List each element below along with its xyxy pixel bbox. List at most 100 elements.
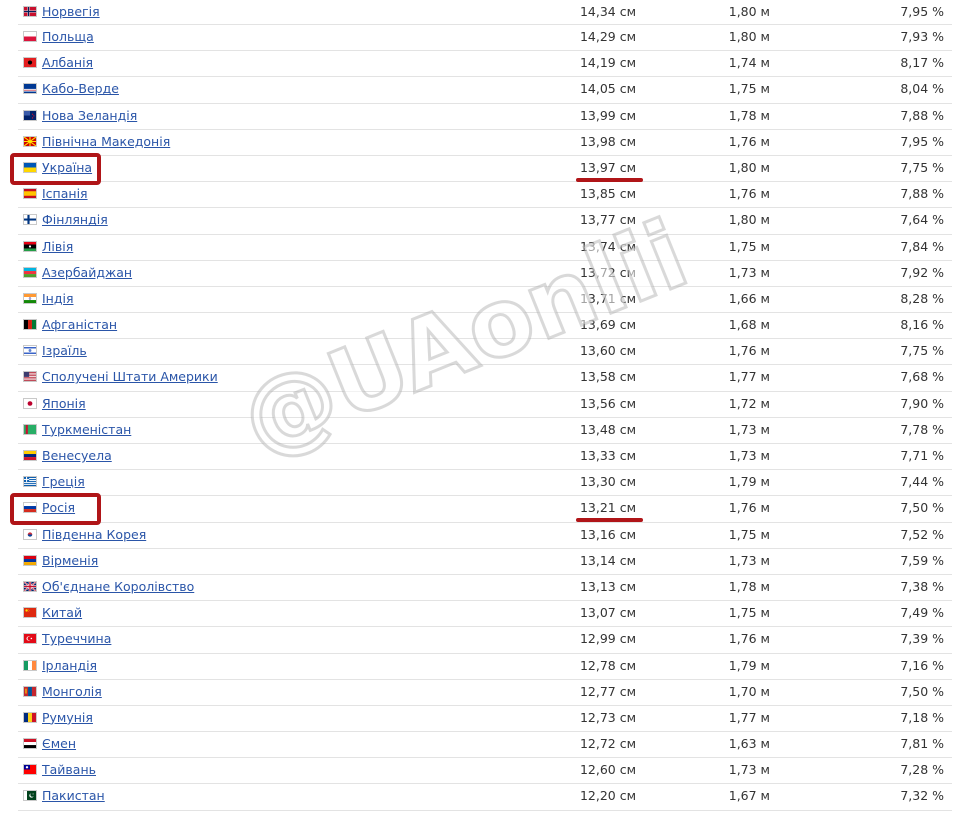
percent-cell: 7,44 %	[900, 474, 944, 490]
percent-cell: 7,90 %	[900, 395, 944, 411]
pakistan-flag-icon	[23, 790, 37, 802]
height-cell: 1,79 м	[728, 474, 770, 490]
country-link[interactable]: Румунія	[42, 710, 93, 725]
country-link[interactable]: Монголія	[42, 684, 102, 699]
country-link[interactable]: Нова Зеландія	[42, 108, 137, 123]
country-link[interactable]: Ізраїль	[42, 343, 87, 358]
percent-cell: 7,64 %	[900, 212, 944, 228]
country-link[interactable]: Лівія	[42, 239, 73, 254]
height-cell: 1,76 м	[728, 186, 770, 202]
table-row: Об'єднане Королівство 13,13 см 1,78 м 7,38 …	[18, 575, 952, 602]
length-cell: 13,77 см	[579, 212, 636, 228]
table-row: Ірландія 12,78 см 1,79 м 7,16 %	[18, 654, 952, 680]
table-row: Польща 14,29 см 1,80 м 7,93 %	[18, 25, 952, 52]
percent-cell: 7,59 %	[900, 552, 944, 568]
ireland-flag-icon	[23, 659, 37, 671]
percent-cell: 7,18 %	[900, 709, 944, 725]
table-row: Сполучені Штати Америки 13,58 см 1,77 м 7,6…	[18, 365, 952, 392]
percent-cell: 7,39 %	[900, 631, 944, 647]
percent-cell: 7,75 %	[900, 343, 944, 359]
new-zealand-flag-icon	[23, 109, 37, 121]
highlight-underline	[576, 518, 643, 522]
length-cell: 14,34 см	[579, 4, 636, 19]
usa-flag-icon	[23, 371, 37, 383]
spain-flag-icon	[23, 188, 37, 200]
table-row: Туркменістан 13,48 см 1,73 м 7,78 %	[18, 418, 952, 444]
israel-flag-icon	[23, 345, 37, 357]
mongolia-flag-icon	[23, 685, 37, 697]
country-link[interactable]: Фінляндія	[42, 212, 108, 227]
length-cell: 13,85 см	[579, 186, 636, 202]
length-cell: 14,29 см	[579, 29, 636, 44]
height-cell: 1,67 м	[728, 788, 770, 804]
height-cell: 1,76 м	[728, 631, 770, 647]
south-korea-flag-icon	[23, 528, 37, 540]
length-cell: 13,97 см	[579, 159, 636, 175]
norway-flag-icon	[23, 6, 37, 17]
height-cell: 1,76 м	[728, 343, 770, 359]
length-cell: 12,99 см	[579, 631, 636, 647]
country-link[interactable]: Туреччина	[42, 631, 111, 646]
length-cell: 12,73 см	[579, 709, 636, 725]
country-link[interactable]: Японія	[42, 396, 86, 411]
length-cell: 14,19 см	[579, 55, 636, 71]
percent-cell: 8,17 %	[900, 55, 944, 71]
country-link[interactable]: Кабо-Верде	[42, 81, 119, 96]
country-link[interactable]: Об'єднане Королівство	[42, 579, 194, 594]
turkey-flag-icon	[23, 633, 37, 645]
country-link[interactable]: Ірландія	[42, 658, 97, 673]
country-link[interactable]: Індія	[42, 291, 74, 306]
albania-flag-icon	[23, 57, 37, 69]
percent-cell: 7,93 %	[900, 29, 944, 44]
country-link[interactable]: Вірменія	[42, 553, 98, 568]
length-cell: 13,60 см	[579, 343, 636, 359]
country-link[interactable]: Афганістан	[42, 317, 117, 332]
table-row: Кабо-Верде 14,05 см 1,75 м 8,04 %	[18, 77, 952, 104]
libya-flag-icon	[23, 240, 37, 252]
highlight-box	[10, 493, 101, 525]
length-cell: 13,98 см	[579, 133, 636, 149]
country-link[interactable]: Китай	[42, 605, 82, 620]
height-cell: 1,78 м	[728, 578, 770, 594]
turkmenistan-flag-icon	[23, 423, 37, 435]
country-link[interactable]: Азербайджан	[42, 265, 132, 280]
percent-cell: 8,04 %	[900, 81, 944, 97]
country-link[interactable]: Пакистан	[42, 788, 105, 803]
venezuela-flag-icon	[23, 450, 37, 461]
percent-cell: 7,50 %	[900, 500, 944, 516]
table-row: Норвегія 14,34 см 1,80 м 7,95 %	[18, 0, 952, 25]
country-link[interactable]: Норвегія	[42, 4, 100, 19]
length-cell: 12,72 см	[579, 736, 636, 752]
country-link[interactable]: Іспанія	[42, 186, 88, 201]
percent-cell: 7,38 %	[900, 578, 944, 594]
country-link[interactable]: Північна Македонія	[42, 134, 170, 149]
country-link[interactable]: Венесуела	[42, 448, 112, 463]
country-link[interactable]: Південна Корея	[42, 527, 146, 542]
height-cell: 1,78 м	[728, 107, 770, 123]
country-link[interactable]: Тайвань	[42, 762, 96, 777]
table-row: Японія 13,56 см 1,72 м 7,90 %	[18, 392, 952, 418]
afghanistan-flag-icon	[23, 319, 37, 331]
height-cell: 1,80 м	[728, 212, 770, 228]
length-cell: 14,05 см	[579, 81, 636, 97]
country-link[interactable]: Греція	[42, 474, 85, 489]
country-link[interactable]: Албанія	[42, 55, 93, 70]
country-link[interactable]: Сполучені Штати Америки	[42, 369, 218, 384]
table-row: Нова Зеландія 13,99 см 1,78 м 7,88 %	[18, 104, 952, 130]
country-link[interactable]: Ємен	[42, 736, 76, 751]
percent-cell: 7,95 %	[900, 4, 944, 19]
percent-cell: 7,78 %	[900, 421, 944, 437]
height-cell: 1,66 м	[728, 290, 770, 306]
length-cell: 13,16 см	[579, 526, 636, 542]
india-flag-icon	[23, 292, 37, 304]
height-cell: 1,74 м	[728, 55, 770, 71]
table-row: Україна 13,97 см 1,80 м 7,75 %	[18, 156, 952, 183]
percent-cell: 8,28 %	[900, 290, 944, 306]
length-cell: 12,60 см	[579, 762, 636, 778]
table-row: Іспанія 13,85 см 1,76 м 7,88 %	[18, 182, 952, 209]
country-link[interactable]: Туркменістан	[42, 422, 131, 437]
table-row: Албанія 14,19 см 1,74 м 8,17 %	[18, 51, 952, 78]
table-row: Тайвань 12,60 см 1,73 м 7,28 %	[18, 758, 952, 785]
country-link[interactable]: Польща	[42, 29, 94, 44]
taiwan-flag-icon	[23, 764, 37, 776]
